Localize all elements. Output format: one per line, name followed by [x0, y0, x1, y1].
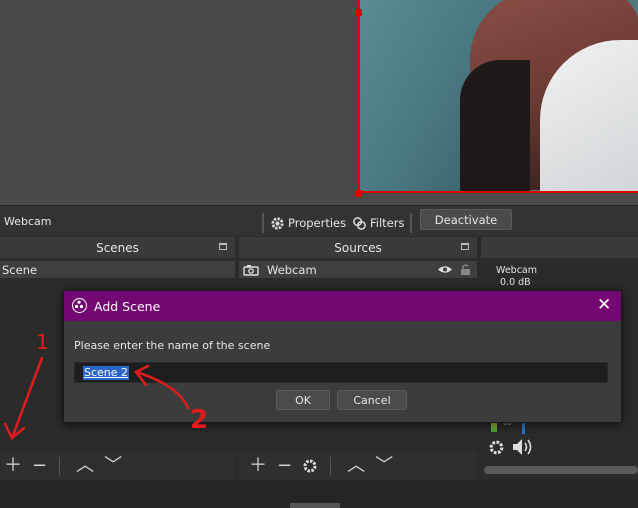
annotation-overlay [3, 356, 190, 440]
annotation-arrow-1 [10, 356, 44, 440]
annotation-step-1: 1 [36, 330, 49, 354]
annotation-arrow-2 [134, 370, 190, 410]
annotation-step-2: 2 [190, 405, 209, 435]
